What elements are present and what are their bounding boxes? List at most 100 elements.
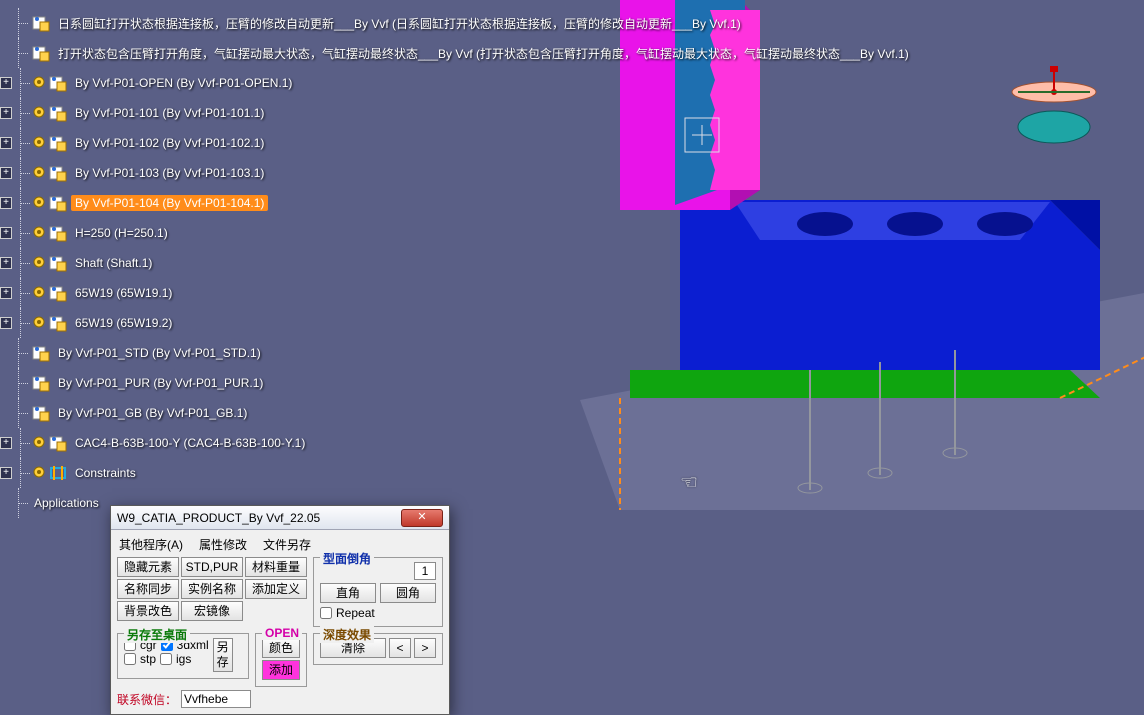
expander-icon[interactable]: +	[0, 77, 12, 89]
expander-icon[interactable]: +	[0, 167, 12, 179]
btn-stdpur[interactable]: STD,PUR	[181, 557, 243, 577]
tree-item-label[interactable]: 打开状态包含压臂打开角度，气缸摆动最大状态，气缸摆动最终状态___By Vvf …	[54, 44, 913, 63]
expander-icon[interactable]: +	[0, 317, 12, 329]
btn-color[interactable]: 颜色	[262, 638, 300, 658]
chk-stp[interactable]	[124, 653, 136, 665]
tree-item-label[interactable]: Constraints	[71, 465, 140, 481]
legend-depth: 深度效果	[320, 626, 374, 643]
tree-item[interactable]: + Constraints	[0, 458, 913, 488]
menu-saveas[interactable]: 文件另存	[263, 536, 311, 553]
expander-icon[interactable]: +	[0, 287, 12, 299]
tree-item-label[interactable]: By Vvf-P01_PUR (By Vvf-P01_PUR.1)	[54, 375, 267, 391]
btn-add[interactable]: 添加	[262, 660, 300, 680]
tree-item-label[interactable]: By Vvf-P01-OPEN (By Vvf-P01-OPEN.1)	[71, 75, 296, 91]
legend-open: OPEN	[262, 626, 302, 640]
tree-item[interactable]: + Shaft (Shaft.1)	[0, 248, 913, 278]
lbl-contact: 联系微信：	[117, 691, 177, 708]
tree-item-label[interactable]: By Vvf-P01-103 (By Vvf-P01-103.1)	[71, 165, 268, 181]
tree-connector	[14, 68, 32, 98]
tree-connector	[14, 128, 32, 158]
lbl-igs: igs	[176, 652, 191, 666]
input-contact[interactable]	[181, 690, 251, 708]
part-icon	[32, 404, 50, 422]
tree-item-label[interactable]: H=250 (H=250.1)	[71, 225, 172, 241]
part-icon	[49, 134, 67, 152]
btn-sync[interactable]: 名称同步	[117, 579, 179, 599]
dialog-titlebar[interactable]: W9_CATIA_PRODUCT_By Vvf_22.05 ✕	[111, 506, 449, 530]
tree-item[interactable]: + CAC4-B-63B-100-Y (CAC4-B-63B-100-Y.1)	[0, 428, 913, 458]
tree-item[interactable]: + By Vvf-P01-103 (By Vvf-P01-103.1)	[0, 158, 913, 188]
tree-connector	[12, 8, 30, 38]
tree-connector	[12, 488, 30, 518]
tree-connector	[14, 428, 32, 458]
expander-icon[interactable]: +	[0, 437, 12, 449]
btn-gt[interactable]: >	[414, 638, 436, 658]
tree-connector	[14, 308, 32, 338]
part-icon	[32, 344, 50, 362]
btn-hide[interactable]: 隐藏元素	[117, 557, 179, 577]
expander-icon[interactable]: +	[0, 227, 12, 239]
gear-icon	[32, 435, 46, 452]
expander-icon[interactable]: +	[0, 137, 12, 149]
part-icon	[32, 14, 50, 32]
tree-connector	[14, 248, 32, 278]
tree-item-label[interactable]: 65W19 (65W19.2)	[71, 315, 176, 331]
part-icon	[49, 164, 67, 182]
tree-item[interactable]: By Vvf-P01_STD (By Vvf-P01_STD.1)	[0, 338, 913, 368]
part-icon	[49, 224, 67, 242]
specification-tree[interactable]: 日系圆缸打开状态根据连接板，压臂的修改自动更新___By Vvf (日系圆缸打开…	[0, 0, 913, 518]
expander-icon[interactable]: +	[0, 197, 12, 209]
btn-inst[interactable]: 实例名称	[181, 579, 243, 599]
menu-other[interactable]: 其他程序(A)	[119, 536, 183, 553]
tree-item-label[interactable]: 日系圆缸打开状态根据连接板，压臂的修改自动更新___By Vvf (日系圆缸打开…	[54, 14, 745, 33]
menu-prop[interactable]: 属性修改	[199, 536, 247, 553]
tree-item-label[interactable]: By Vvf-P01_GB (By Vvf-P01_GB.1)	[54, 405, 251, 421]
btn-straight[interactable]: 直角	[320, 583, 376, 603]
tree-item[interactable]: +65W19 (65W19.2)	[0, 308, 913, 338]
btn-bg[interactable]: 背景改色	[117, 601, 179, 621]
tree-item[interactable]: + By Vvf-P01-OPEN (By Vvf-P01-OPEN.1)	[0, 68, 913, 98]
tree-item[interactable]: + By Vvf-P01-102 (By Vvf-P01-102.1)	[0, 128, 913, 158]
btn-weight[interactable]: 材料重量	[245, 557, 307, 577]
plugin-dialog[interactable]: W9_CATIA_PRODUCT_By Vvf_22.05 ✕ 其他程序(A) …	[110, 505, 450, 715]
tree-item-label[interactable]: 65W19 (65W19.1)	[71, 285, 176, 301]
close-button[interactable]: ✕	[401, 509, 443, 527]
compass-widget[interactable]	[1004, 62, 1104, 162]
dialog-title: W9_CATIA_PRODUCT_By Vvf_22.05	[117, 511, 401, 525]
tree-item[interactable]: + By Vvf-P01-104 (By Vvf-P01-104.1)	[0, 188, 913, 218]
gear-icon	[32, 315, 46, 332]
tree-item[interactable]: +65W19 (65W19.1)	[0, 278, 913, 308]
tree-item-label[interactable]: Applications	[30, 495, 103, 511]
part-icon	[32, 374, 50, 392]
part-icon	[49, 284, 67, 302]
tree-item[interactable]: + By Vvf-P01-101 (By Vvf-P01-101.1)	[0, 98, 913, 128]
btn-adddef[interactable]: 添加定义	[245, 579, 307, 599]
tree-item-label[interactable]: CAC4-B-63B-100-Y (CAC4-B-63B-100-Y.1)	[71, 435, 309, 451]
expander-icon[interactable]: +	[0, 107, 12, 119]
part-icon	[49, 314, 67, 332]
tree-item[interactable]: 日系圆缸打开状态根据连接板，压臂的修改自动更新___By Vvf (日系圆缸打开…	[0, 8, 913, 38]
part-icon	[32, 44, 50, 62]
tree-connector	[14, 158, 32, 188]
tree-item[interactable]: By Vvf-P01_PUR (By Vvf-P01_PUR.1)	[0, 368, 913, 398]
tree-connector	[12, 338, 30, 368]
part-icon	[49, 254, 67, 272]
tree-item[interactable]: By Vvf-P01_GB (By Vvf-P01_GB.1)	[0, 398, 913, 428]
expander-icon[interactable]: +	[0, 467, 12, 479]
chamfer-value[interactable]	[414, 562, 436, 580]
btn-lt[interactable]: <	[389, 638, 411, 658]
expander-icon[interactable]: +	[0, 257, 12, 269]
tree-item-label[interactable]: By Vvf-P01-102 (By Vvf-P01-102.1)	[71, 135, 268, 151]
tree-item-label[interactable]: By Vvf-P01-101 (By Vvf-P01-101.1)	[71, 105, 268, 121]
chk-igs[interactable]	[160, 653, 172, 665]
btn-save-desktop[interactable]: 另 存	[213, 638, 233, 672]
tree-item-label[interactable]: By Vvf-P01-104 (By Vvf-P01-104.1)	[71, 195, 268, 211]
btn-mirror[interactable]: 宏镜像	[181, 601, 243, 621]
btn-round[interactable]: 圆角	[380, 583, 436, 603]
tree-item-label[interactable]: By Vvf-P01_STD (By Vvf-P01_STD.1)	[54, 345, 265, 361]
tree-item[interactable]: 打开状态包含压臂打开角度，气缸摆动最大状态，气缸摆动最终状态___By Vvf …	[0, 38, 913, 68]
chk-repeat[interactable]	[320, 607, 332, 619]
legend-chamfer: 型面倒角	[320, 550, 374, 567]
tree-item-label[interactable]: Shaft (Shaft.1)	[71, 255, 156, 271]
tree-item[interactable]: + H=250 (H=250.1)	[0, 218, 913, 248]
